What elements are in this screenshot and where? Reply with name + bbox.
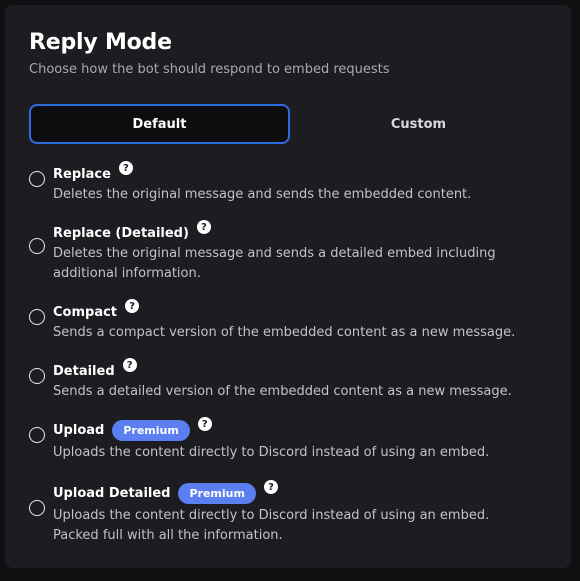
help-icon[interactable]: ? [122, 358, 137, 372]
option-description: Uploads the content directly to Discord … [53, 508, 490, 543]
help-icon[interactable]: ? [196, 220, 211, 234]
radio-detailed[interactable] [29, 368, 45, 384]
option-label: Compact [53, 304, 118, 320]
help-icon[interactable]: ? [263, 480, 278, 494]
option-label: Replace [53, 166, 111, 182]
premium-badge: Premium [178, 482, 256, 504]
option-description: Sends a compact version of the embedded … [53, 325, 516, 340]
option-description: Deletes the original message and sends a… [53, 246, 496, 281]
option-description: Uploads the content directly to Discord … [53, 445, 490, 460]
radio-replace[interactable] [29, 171, 45, 187]
premium-badge: Premium [112, 419, 190, 441]
radio-compact[interactable] [29, 309, 45, 325]
help-icon[interactable]: ? [118, 161, 133, 175]
mode-tabs: Default Custom [29, 104, 547, 144]
option-label: Replace (Detailed) [53, 225, 189, 241]
option-label: Upload [53, 422, 105, 438]
radio-upload[interactable] [29, 427, 45, 443]
radio-replace-detailed[interactable] [29, 238, 45, 254]
tab-custom[interactable]: Custom [290, 104, 547, 144]
page-title: Reply Mode [29, 30, 172, 55]
option-label: Upload Detailed [53, 485, 171, 501]
tab-default[interactable]: Default [29, 104, 290, 144]
radio-upload-detailed[interactable] [29, 500, 45, 516]
page-subtitle: Choose how the bot should respond to emb… [29, 62, 390, 77]
option-description: Sends a detailed version of the embedded… [53, 384, 512, 399]
option-description: Deletes the original message and sends t… [53, 187, 472, 202]
help-icon[interactable]: ? [197, 417, 212, 431]
help-icon[interactable]: ? [125, 299, 140, 313]
reply-mode-panel: Reply Mode Choose how the bot should res… [5, 5, 571, 568]
option-label: Detailed [53, 363, 115, 379]
